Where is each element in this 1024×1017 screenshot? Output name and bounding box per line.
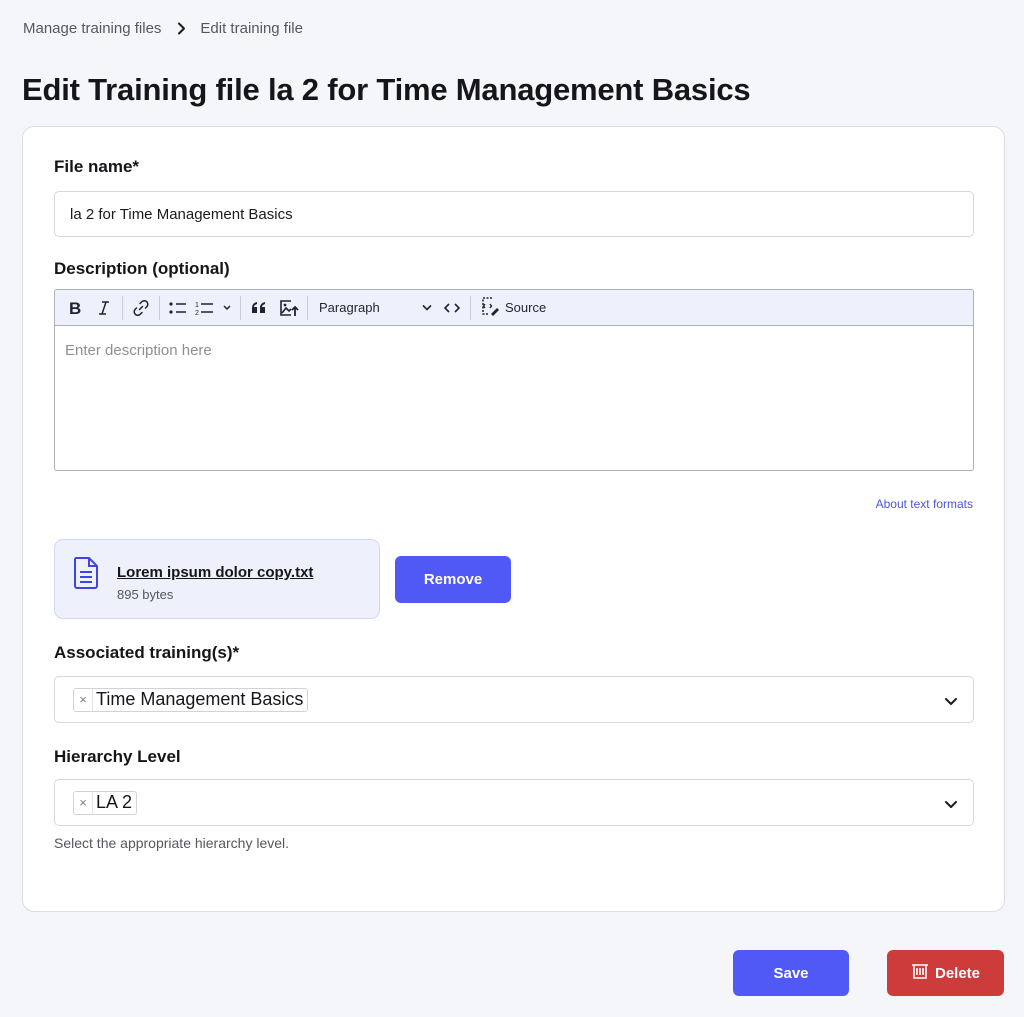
svg-text:1: 1: [195, 302, 199, 309]
attached-file: Lorem ipsum dolor copy.txt 895 bytes: [54, 539, 380, 619]
save-button[interactable]: Save: [733, 950, 849, 996]
chip-remove-icon[interactable]: ×: [74, 688, 93, 711]
description-label: Description (optional): [54, 259, 230, 278]
hierarchy-level-label: Hierarchy Level: [54, 747, 181, 766]
chip-label: Time Management Basics: [96, 689, 304, 709]
svg-text:2: 2: [195, 310, 199, 316]
breadcrumb: Manage training files Edit training file: [23, 20, 303, 37]
chevron-down-icon: [421, 300, 433, 315]
trash-icon: [911, 963, 929, 983]
delete-button[interactable]: Delete: [887, 950, 1004, 996]
italic-icon[interactable]: [89, 294, 119, 322]
source-button[interactable]: Source: [474, 294, 552, 322]
toolbar-separator: [159, 295, 160, 320]
remove-file-button[interactable]: Remove: [395, 556, 511, 603]
link-icon[interactable]: [126, 294, 156, 322]
associated-trainings-label: Associated training(s)*: [54, 643, 240, 662]
toolbar-separator: [307, 295, 308, 320]
about-text-formats-link[interactable]: About text formats: [876, 497, 973, 511]
image-upload-icon[interactable]: [274, 294, 304, 322]
breadcrumb-current: Edit training file: [200, 20, 303, 37]
heading-select[interactable]: Paragraph: [311, 294, 437, 322]
numbered-list-icon[interactable]: 12: [193, 294, 237, 322]
heading-select-value: Paragraph: [319, 300, 380, 315]
file-name-input[interactable]: [54, 191, 974, 237]
toolbar-separator: [470, 295, 471, 320]
hierarchy-level-select[interactable]: × LA 2: [54, 779, 974, 826]
chevron-down-icon[interactable]: [944, 693, 958, 711]
chip-remove-icon[interactable]: ×: [74, 791, 93, 814]
document-icon: [72, 556, 100, 595]
bold-icon[interactable]: B: [59, 294, 89, 322]
toolbar-separator: [122, 295, 123, 320]
blockquote-icon[interactable]: [244, 294, 274, 322]
attached-file-link[interactable]: Lorem ipsum dolor copy.txt: [117, 564, 313, 581]
associated-trainings-select[interactable]: × Time Management Basics: [54, 676, 974, 723]
breadcrumb-link-manage-training-files[interactable]: Manage training files: [23, 20, 161, 37]
description-editor: B 12 Paragraph Source Enter description …: [54, 289, 974, 471]
selected-training-chip: × Time Management Basics: [73, 687, 309, 712]
source-icon: [480, 296, 500, 319]
attached-file-size: 895 bytes: [117, 587, 174, 602]
chevron-right-icon: [177, 22, 186, 35]
svg-text:B: B: [69, 300, 81, 316]
editor-toolbar: B 12 Paragraph Source: [55, 290, 973, 326]
edit-form-card: File name* Description (optional) B 12: [22, 126, 1005, 912]
chip-label: LA 2: [96, 792, 133, 812]
delete-label: Delete: [934, 964, 981, 982]
toolbar-separator: [240, 295, 241, 320]
bulleted-list-icon[interactable]: [163, 294, 193, 322]
description-placeholder: Enter description here: [65, 342, 212, 359]
code-icon[interactable]: [437, 294, 467, 322]
source-label: Source: [505, 300, 547, 315]
chevron-down-icon[interactable]: [944, 796, 958, 814]
hierarchy-help-text: Select the appropriate hierarchy level.: [54, 835, 290, 851]
page-title: Edit Training file la 2 for Time Managem…: [22, 72, 751, 107]
selected-hierarchy-chip: × LA 2: [73, 790, 138, 815]
file-name-label: File name*: [54, 157, 140, 176]
description-textarea[interactable]: Enter description here: [55, 326, 973, 470]
